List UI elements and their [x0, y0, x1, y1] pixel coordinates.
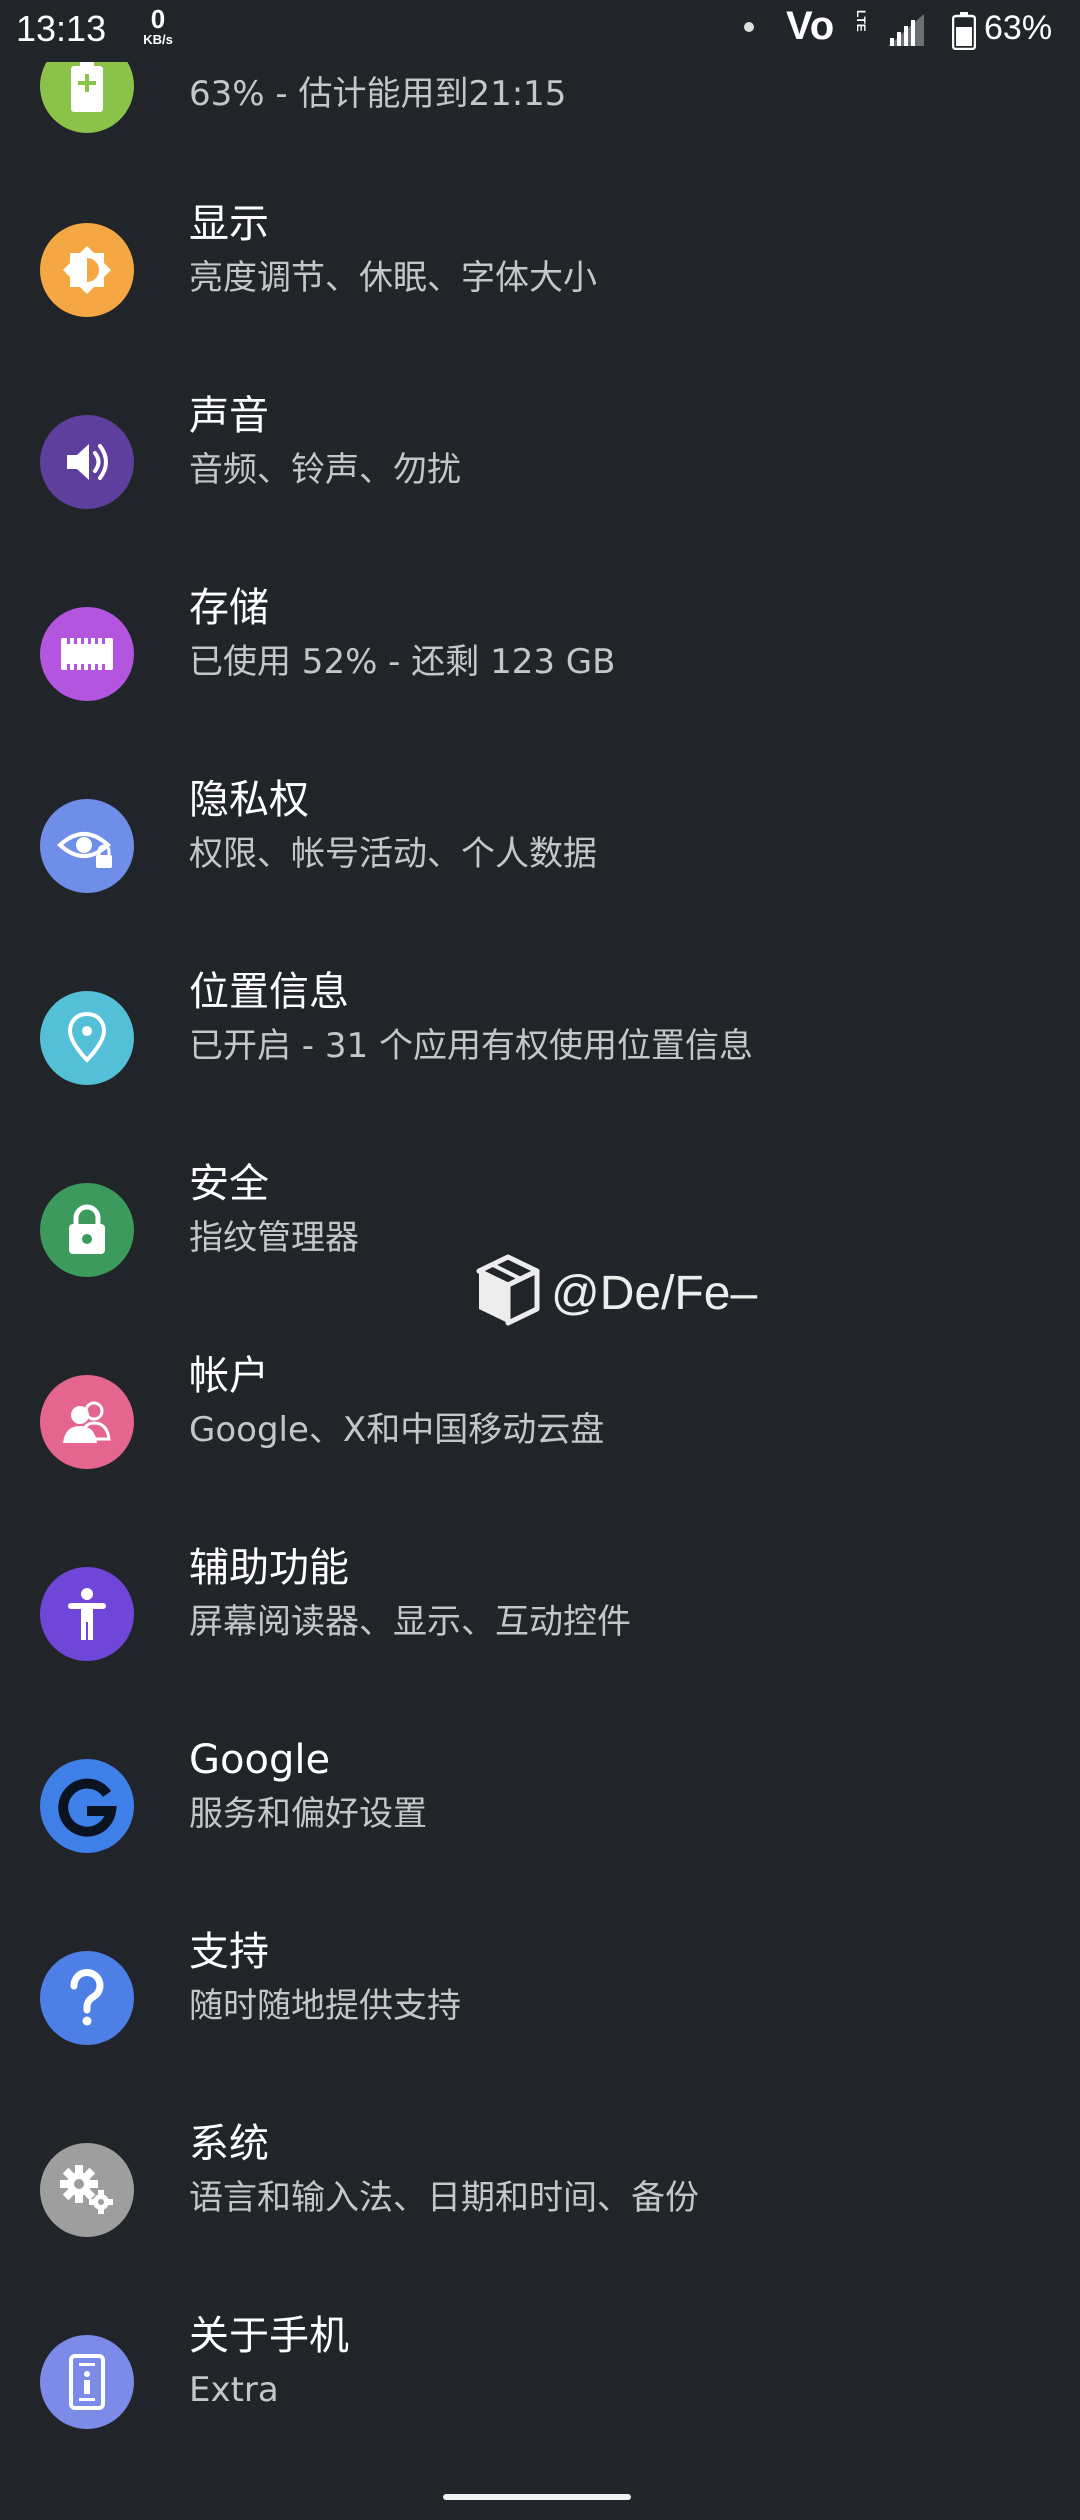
lock-icon	[40, 1183, 134, 1277]
battery-percent: 63%	[984, 9, 1053, 47]
setting-item-accounts[interactable]: 帐户 Google、X和中国移动云盘	[0, 1326, 1080, 1518]
setting-item-display[interactable]: 显示 亮度调节、休眠、字体大小	[0, 174, 1080, 366]
help-icon	[40, 1951, 134, 2045]
setting-title: Google	[189, 1737, 331, 1783]
status-time: 13:13	[16, 8, 107, 49]
setting-item-support[interactable]: 支持 随时随地提供支持	[0, 1902, 1080, 2094]
setting-item-sound[interactable]: 声音 音频、铃声、勿扰	[0, 366, 1080, 558]
volume-icon	[40, 415, 134, 509]
setting-title: 显示	[189, 201, 269, 247]
status-bar: 13:13 0 KB/s Vo LTE 63%	[0, 0, 1080, 62]
setting-summary: 指纹管理器	[189, 1218, 359, 1258]
setting-title: 隐私权	[189, 777, 309, 823]
setting-summary: 已开启 - 31 个应用有权使用位置信息	[189, 1026, 753, 1066]
watermark-cube-icon	[473, 1253, 543, 1333]
gesture-nav-handle[interactable]	[443, 2494, 631, 2500]
network-speed-unit: KB/s	[143, 32, 173, 47]
setting-title: 辅助功能	[189, 1545, 349, 1591]
setting-summary: 63% - 估计能用到21:15	[189, 74, 567, 114]
setting-summary: 服务和偏好设置	[189, 1794, 427, 1834]
google-icon	[40, 1759, 134, 1853]
setting-title: 声音	[189, 393, 269, 439]
location-pin-icon	[40, 991, 134, 1085]
setting-summary: 权限、帐号活动、个人数据	[189, 834, 597, 874]
storage-icon	[40, 607, 134, 701]
setting-title: 安全	[189, 1161, 269, 1207]
setting-item-google[interactable]: Google 服务和偏好设置	[0, 1710, 1080, 1902]
phone-info-icon	[40, 2335, 134, 2429]
setting-summary: 亮度调节、休眠、字体大小	[189, 258, 597, 298]
setting-summary: 屏幕阅读器、显示、互动控件	[189, 1602, 631, 1642]
setting-summary: Google、X和中国移动云盘	[189, 1410, 605, 1450]
setting-title: 系统	[189, 2121, 269, 2167]
setting-item-location[interactable]: 位置信息 已开启 - 31 个应用有权使用位置信息	[0, 942, 1080, 1134]
setting-summary: 音频、铃声、勿扰	[189, 450, 461, 490]
setting-summary: Extra	[189, 2370, 279, 2410]
setting-summary: 语言和输入法、日期和时间、备份	[189, 2178, 699, 2218]
setting-title: 位置信息	[189, 969, 349, 1015]
brightness-icon	[40, 223, 134, 317]
setting-title: 支持	[189, 1929, 269, 1975]
setting-item-accessibility[interactable]: 辅助功能 屏幕阅读器、显示、互动控件	[0, 1518, 1080, 1710]
setting-summary: 随时随地提供支持	[189, 1986, 461, 2026]
setting-title: 帐户	[189, 1353, 269, 1399]
signal-icon	[886, 12, 926, 52]
setting-title: 关于手机	[189, 2313, 349, 2359]
setting-summary: 已使用 52% - 还剩 123 GB	[189, 642, 616, 682]
setting-item-privacy[interactable]: 隐私权 权限、帐号活动、个人数据	[0, 750, 1080, 942]
watermark-text: @De/Fe–	[551, 1266, 758, 1320]
setting-item-system[interactable]: 系统 语言和输入法、日期和时间、备份	[0, 2094, 1080, 2286]
volte-icon: Vo	[786, 4, 835, 48]
accounts-icon	[40, 1375, 134, 1469]
watermark: @De/Fe–	[473, 1253, 757, 1333]
setting-item-storage[interactable]: 存储 已使用 52% - 还剩 123 GB	[0, 558, 1080, 750]
network-speed: 0 KB/s	[140, 6, 176, 46]
accessibility-icon	[40, 1567, 134, 1661]
privacy-eye-icon	[40, 799, 134, 893]
notification-dot-icon	[744, 22, 754, 32]
setting-item-about-phone[interactable]: 关于手机 Extra	[0, 2286, 1080, 2478]
gear-icon	[40, 2143, 134, 2237]
battery-status-icon	[951, 12, 977, 54]
network-speed-value: 0	[150, 4, 166, 34]
setting-title: 存储	[189, 585, 269, 631]
lte-label: LTE	[854, 10, 868, 32]
